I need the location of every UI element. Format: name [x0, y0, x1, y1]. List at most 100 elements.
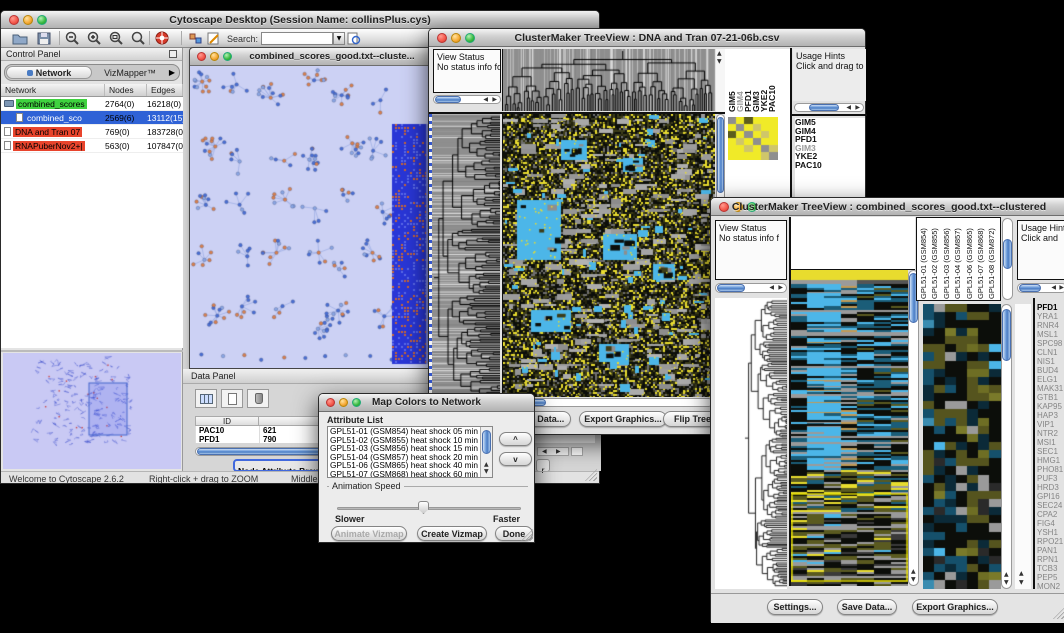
network-canvas[interactable]: [190, 66, 432, 368]
gene-label: TCB3: [1037, 564, 1064, 573]
scroll-right-icon[interactable]: ▶: [556, 449, 561, 455]
gene-label: MSI1: [1037, 438, 1064, 447]
dialog-title: Map Colors to Network: [319, 397, 534, 408]
column-label: GPL51-04 (GSM857): [953, 218, 964, 299]
data-table-icon-button[interactable]: [195, 389, 217, 408]
zoom-fit-icon[interactable]: [129, 31, 147, 46]
document-icon: [4, 127, 11, 136]
save-icon[interactable]: [35, 31, 53, 46]
help-lifering-icon[interactable]: [153, 31, 171, 46]
network-row[interactable]: DNA and Tran 07769(0)183728(0): [1, 125, 183, 139]
column-label: PFD1: [743, 49, 751, 112]
attribute-list[interactable]: GPL51-01 (GSM854) heat shock 05 minGPL51…: [327, 426, 493, 478]
gene-label: RPN1: [1037, 555, 1064, 564]
tv1-export-graphics-button[interactable]: Export Graphics...: [579, 411, 667, 427]
float-panel-icon[interactable]: [169, 50, 177, 58]
scroll-left-icon[interactable]: ◀: [542, 449, 547, 455]
tv2-row-dendrogram-canvas[interactable]: [715, 298, 787, 589]
gene-label: HRD3: [1037, 483, 1064, 492]
network-overview-canvas[interactable]: [3, 353, 181, 469]
tab-overflow-arrow[interactable]: ▶: [169, 68, 175, 77]
gene-label: CPA2: [1037, 510, 1064, 519]
tv2-hints-scrollbar[interactable]: ◀▶: [1017, 283, 1064, 293]
main-window-title: Cytoscape Desktop (Session Name: collins…: [1, 14, 599, 26]
gene-label: PAN1: [1037, 546, 1064, 555]
move-up-button[interactable]: ^: [499, 432, 532, 446]
delete-attribute-icon-button[interactable]: [247, 389, 269, 408]
document-icon: [228, 393, 237, 405]
gene-label: SEC1: [1037, 447, 1064, 456]
network-row[interactable]: combined_scores2764(0)16218(0): [1, 97, 183, 111]
gene-label: SPC98: [1037, 339, 1064, 348]
edit-icon[interactable]: [205, 31, 223, 46]
gene-label: PUF3: [1037, 474, 1064, 483]
attribute-list-scrollbar[interactable]: ▲▼: [480, 427, 492, 477]
row-label: GIM5: [795, 118, 865, 127]
tv1-column-dendrogram-canvas[interactable]: [502, 49, 715, 111]
tv2-labels-vscrollbar[interactable]: [1002, 218, 1013, 300]
tv2-zoom-heatmap-canvas[interactable]: [923, 304, 1001, 589]
tv1-usage-hints-panel: Usage HintsClick and drag to: [793, 49, 866, 101]
main-title-bar[interactable]: Cytoscape Desktop (Session Name: collins…: [1, 11, 599, 29]
tv2-gene-list: PFD1YRA1RNR4MSL1SPC98CLN1NIS1BUD4ELG1MAK…: [1037, 303, 1064, 591]
zoom-in-icon[interactable]: [85, 31, 103, 46]
animation-speed-label: Animation Speed: [329, 481, 404, 491]
treeview2-title: ClusterMaker TreeView : combined_scores_…: [711, 201, 1064, 213]
treeview1-title: ClusterMaker TreeView : DNA and Tran 07-…: [429, 32, 865, 44]
column-header-nodes[interactable]: Nodes: [105, 84, 147, 96]
gene-label: MON2: [1037, 582, 1064, 591]
trash-icon: [255, 393, 263, 404]
gene-label: YSH1: [1037, 528, 1064, 537]
animate-vizmap-button[interactable]: Animate Vizmap: [331, 526, 407, 541]
row-label: GIM4: [795, 127, 865, 136]
zoom-out-icon[interactable]: [63, 31, 81, 46]
gene-label: HMG1: [1037, 456, 1064, 465]
search-dropdown-button[interactable]: ▼: [333, 32, 345, 45]
column-label: GPL51-03 (GSM856): [942, 218, 953, 299]
row-label: PFD1: [795, 135, 865, 144]
new-attribute-icon-button[interactable]: [221, 389, 243, 408]
gene-label: PFD1: [1037, 303, 1064, 312]
create-vizmap-button[interactable]: Create Vizmap: [417, 526, 487, 541]
network-row[interactable]: RNAPuberNov2+|563(0)107847(0): [1, 139, 183, 153]
plugin-icon[interactable]: [187, 31, 205, 46]
column-header-network[interactable]: Network: [1, 84, 105, 96]
control-panel: Control Panel Network VizMapper™ ▶ Netwo…: [1, 48, 183, 471]
gene-label: GTB1: [1037, 393, 1064, 402]
tv1-status-scrollbar[interactable]: ◀▶: [433, 95, 501, 104]
tv2-status-scrollbar[interactable]: ◀▶: [715, 283, 787, 293]
tv2-save-data-button[interactable]: Save Data...: [837, 599, 897, 615]
gene-label: NTR2: [1037, 429, 1064, 438]
tv2-usage-hints-panel: Usage HintsClick and: [1017, 220, 1064, 280]
tv2-zoom-vscrollbar[interactable]: ▲▼: [1001, 304, 1012, 589]
gene-label: SEC24: [1037, 501, 1064, 510]
tab-network[interactable]: Network: [6, 66, 92, 79]
zoom-button[interactable]: [223, 52, 232, 61]
treeview2-window: ClusterMaker TreeView : combined_scores_…: [710, 197, 1064, 622]
minimize-button[interactable]: [210, 52, 219, 61]
search-doc-icon[interactable]: [345, 31, 363, 46]
tv2-view-status-panel: View StatusNo status info f: [715, 220, 787, 280]
tab-vizmapper[interactable]: VizMapper™: [94, 66, 166, 79]
close-button[interactable]: [197, 52, 206, 61]
search-input[interactable]: [261, 32, 333, 45]
tv1-row-dendrogram-canvas[interactable]: [432, 114, 500, 397]
column-header-edges[interactable]: Edges: [147, 84, 183, 96]
network-row[interactable]: combined_sco2569(6)13112(15): [1, 111, 183, 125]
tv2-heatmap-vscrollbar[interactable]: ▲▼: [908, 270, 919, 586]
speed-slider-track[interactable]: [337, 507, 521, 510]
status-pan-hint: Middle-: [291, 474, 321, 484]
tv1-hints-scrollbar[interactable]: ◀▶: [794, 103, 864, 112]
tv1-heatmap-canvas[interactable]: [502, 114, 715, 397]
tv2-export-graphics-button[interactable]: Export Graphics...: [912, 599, 998, 615]
column-label: GIM3: [751, 49, 759, 112]
move-down-button[interactable]: v: [499, 452, 532, 466]
open-file-icon[interactable]: [11, 31, 29, 46]
attr-column-header[interactable]: ID: [195, 416, 259, 426]
tv1-zoom-heatmap-canvas[interactable]: [728, 117, 778, 160]
tv2-heatmap-canvas[interactable]: [789, 270, 908, 586]
zoom-selected-icon[interactable]: [107, 31, 125, 46]
attribute-list-item[interactable]: GPL51-07 (GSM868) heat shock 60 min: [330, 470, 492, 478]
column-label: GPL51-02 (GSM855): [930, 218, 941, 299]
tv2-settings-button[interactable]: Settings...: [767, 599, 823, 615]
